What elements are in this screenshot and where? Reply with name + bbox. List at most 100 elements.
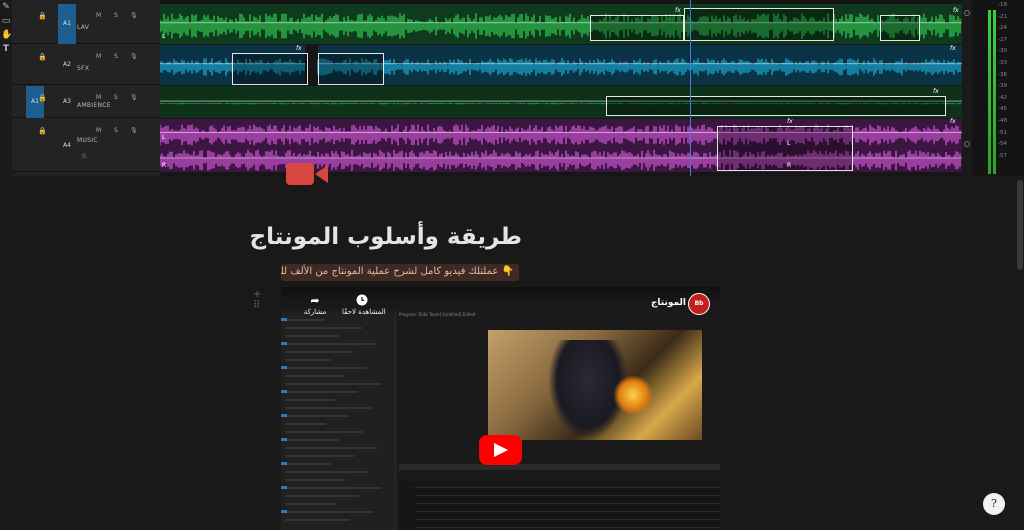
source-patch[interactable]: A1 [26,86,44,118]
hand-tool-icon[interactable]: ✋ [1,30,12,40]
page-title: طريقة وأسلوب المونتاج [249,224,522,250]
timeline-vertical-scroll[interactable] [962,0,972,176]
fx-badge[interactable]: fx [675,7,681,14]
source-patch[interactable] [26,4,44,44]
channel-logo[interactable]: Bb [688,293,710,315]
project-row-placeholder [285,391,358,393]
db-tick-label: -36 [998,71,1007,78]
channel-name[interactable]: المونتاج [651,298,686,308]
solo-button[interactable]: S [114,53,118,60]
db-tick-label: -57 [998,152,1007,159]
clip-area: fx fx fx fx fx fx fx L L R L R [160,0,962,176]
project-row-marker [281,366,287,369]
track-lock-icon[interactable]: 🔒 [38,127,47,135]
youtube-play-button[interactable] [479,435,522,465]
source-patch[interactable] [26,45,44,85]
fx-badge[interactable]: fx [950,45,956,52]
subtitle-text: عملتلك فيديو كامل لشرح عملية المونتاج من… [281,266,499,277]
voiceover-icon[interactable]: 🎙 [130,12,138,19]
mute-button[interactable]: M [96,94,101,101]
track-header-a3: A1 A3 🔒 M S 🎙 AMBIENCE [12,86,160,118]
sfx-clip-1[interactable] [232,53,308,85]
project-row-placeholder [285,455,354,457]
fx-badge[interactable]: fx [787,118,793,125]
watch-later-label: المشاهدة لاحقًا [342,308,386,316]
music-transition-clip[interactable] [717,126,853,171]
channel-info[interactable]: المونتاج Bb [621,293,716,315]
db-tick-label: -33 [998,60,1007,66]
tools-column: ✎ ▭ ✋ T [0,0,12,176]
pen-tool-icon[interactable]: ✎ [1,2,11,12]
ambience-clip[interactable] [606,96,946,116]
project-row-placeholder [285,423,326,425]
track-target-a1[interactable]: A1 [58,4,76,44]
project-row-placeholder [285,431,363,433]
sfx-clip-2[interactable] [318,53,384,85]
project-row-placeholder [285,479,345,481]
track-volume-readout: 0. [82,153,88,160]
db-tick-label: -54 [998,141,1007,148]
fx-badge[interactable]: fx [933,88,939,95]
app-track-line [415,527,720,528]
project-row-placeholder [285,335,339,337]
project-row-marker [281,342,287,345]
audio-timeline-panel: ✎ ▭ ✋ T A1 🔒 M S 🎙 LAV A2 🔒 M S 🎙 SFX A1 A3 🔒 M S 🎙 AMBIEN… [0,0,1024,176]
project-row-marker [281,462,287,465]
page-scrollbar[interactable] [1017,180,1023,270]
watch-later-button[interactable]: المشاهدة لاحقًا [342,294,386,324]
rectangle-tool-icon[interactable]: ▭ [1,16,11,26]
lav-clip[interactable] [684,8,834,41]
voiceover-icon[interactable]: 🎙 [130,94,138,101]
share-label: مشاركة [303,308,327,316]
scroll-knob[interactable] [964,141,970,147]
app-track-line [415,495,720,496]
voiceover-icon[interactable]: 🎙 [130,127,138,134]
track-headers: A1 🔒 M S 🎙 LAV A2 🔒 M S 🎙 SFX A1 A3 🔒 M S 🎙 AMBIENCE A4 🔒 M S 🎙… [12,0,160,176]
app-track-line [415,487,720,488]
track-target-a2[interactable]: A2 [58,45,76,85]
app-track-line [415,503,720,504]
solo-button[interactable]: S [114,94,118,101]
db-tick-label: -45 [998,106,1007,113]
db-tick-label: -27 [998,36,1007,43]
solo-button[interactable]: S [114,12,118,19]
project-row-placeholder [285,415,349,417]
track-header-a2: A2 🔒 M S 🎙 SFX [12,45,160,85]
app-track-line [415,519,720,520]
block-drag-handle[interactable]: + ⠿ [253,289,277,311]
fx-badge[interactable]: fx [296,45,302,52]
solo-button[interactable]: S [114,127,118,134]
track-target-a3[interactable]: A3 [58,86,76,118]
help-button[interactable]: ? [983,493,1005,515]
meter-right [993,4,996,174]
mute-button[interactable]: M [96,53,101,60]
project-row-placeholder [285,487,382,489]
track-lock-icon[interactable]: 🔒 [38,12,47,20]
voiceover-icon[interactable]: 🎙 [130,53,138,60]
fx-badge[interactable]: fx [950,118,956,125]
project-row-marker [281,438,287,441]
mute-button[interactable]: M [96,12,101,19]
fire-flare [613,375,653,415]
youtube-embed[interactable]: Program: [Edit Team] [Untitled] Edited ➦… [281,287,720,530]
type-tool-icon[interactable]: T [1,44,11,54]
playhead[interactable] [690,0,691,176]
share-button[interactable]: ➦ مشاركة [301,294,329,324]
lav-fade-clip[interactable] [880,15,920,41]
track-target-a4[interactable]: A4 [58,119,76,172]
track-name: MUSIC [77,137,98,144]
project-row-placeholder [285,327,362,329]
track-lock-icon[interactable]: 🔒 [38,94,47,102]
track-name: SFX [77,65,90,72]
project-row-placeholder [285,407,372,409]
project-row-placeholder [285,519,350,521]
db-tick-label: -30 [998,48,1007,55]
project-row-marker [281,414,287,417]
scroll-knob[interactable] [964,10,970,16]
mute-button[interactable]: M [96,127,101,134]
callout-subtitle: 👇 عملتلك فيديو كامل لشرح عملية المونتاج … [281,264,519,281]
project-row-placeholder [285,511,373,513]
track-lock-icon[interactable]: 🔒 [38,53,47,61]
fx-badge[interactable]: fx [953,7,959,14]
crossfade-clip[interactable] [590,15,684,41]
